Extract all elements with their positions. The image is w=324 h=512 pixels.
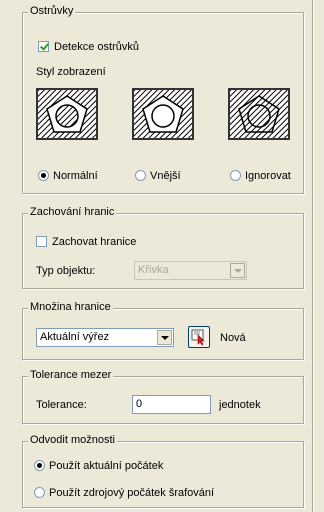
object-type-label: Typ objektu: [36,265,96,277]
islands-group: Ostrůvky Detekce ostrůvků Styl zobrazení… [22,5,304,194]
inherit-options-legend: Odvodit možnosti [28,434,117,447]
style-normal-radio-dot[interactable] [38,170,49,181]
detect-islands-checkbox[interactable]: Detekce ostrůvků [38,40,139,54]
style-normal-radio[interactable]: Normální [38,169,98,183]
detect-islands-check-box[interactable] [38,41,49,52]
boundary-set-value: Aktuální výřez [40,331,110,343]
chevron-down-icon[interactable] [230,263,245,278]
new-boundary-set-button[interactable] [188,326,210,348]
use-current-origin-radio[interactable]: Použít aktuální počátek [34,459,163,473]
chevron-down-icon[interactable] [157,330,172,345]
new-boundary-set-label: Nová [220,332,246,344]
style-outer-radio[interactable]: Vnější [135,169,181,183]
units-label: jednotek [219,399,261,411]
boundary-retention-legend: Zachování hranic [28,206,117,219]
use-current-origin-label: Použít aktuální počátek [49,460,164,472]
style-normal-label: Normální [53,170,98,182]
boundary-retention-group: Zachování hranic Zachovat hranice Typ ob… [22,206,304,289]
gap-tolerance-group: Tolerance mezer Tolerance: 0 jednotek [22,369,304,424]
boundary-set-group: Množina hranice Aktuální výřez Nová [22,301,304,360]
island-normal-icon[interactable] [36,88,98,140]
use-source-origin-radio[interactable]: Použít zdrojový počátek šrafování [34,486,214,500]
style-outer-label: Vnější [150,170,181,182]
tolerance-input[interactable]: 0 [132,395,211,414]
retain-boundaries-check-box[interactable] [36,236,47,247]
select-objects-icon [191,329,205,346]
islands-legend: Ostrůvky [28,5,76,18]
tolerance-value: 0 [136,398,143,410]
retain-boundaries-label: Zachovat hranice [52,236,137,248]
boundary-set-legend: Množina hranice [28,301,113,314]
object-type-select[interactable]: Křivka [134,261,247,280]
inherit-options-group: Odvodit možnosti Použít aktuální počátek… [22,434,304,508]
boundary-set-select[interactable]: Aktuální výřez [36,328,174,347]
display-style-label: Styl zobrazení [36,66,106,78]
island-ignore-icon[interactable] [228,88,290,140]
detect-islands-label: Detekce ostrůvků [54,41,139,53]
style-ignore-radio-dot[interactable] [230,170,241,181]
style-ignore-radio[interactable]: Ignorovat [230,169,291,183]
style-ignore-label: Ignorovat [245,170,291,182]
style-outer-radio-dot[interactable] [135,170,146,181]
use-source-origin-label: Použít zdrojový počátek šrafování [49,487,215,499]
tolerance-label: Tolerance: [36,399,87,411]
use-source-origin-radio-dot[interactable] [34,487,45,498]
island-outer-icon[interactable] [132,88,194,140]
gap-tolerance-legend: Tolerance mezer [28,369,114,382]
right-edge-bar [312,0,324,512]
object-type-value: Křivka [138,264,169,276]
use-current-origin-radio-dot[interactable] [34,460,45,471]
retain-boundaries-checkbox[interactable]: Zachovat hranice [36,235,136,249]
